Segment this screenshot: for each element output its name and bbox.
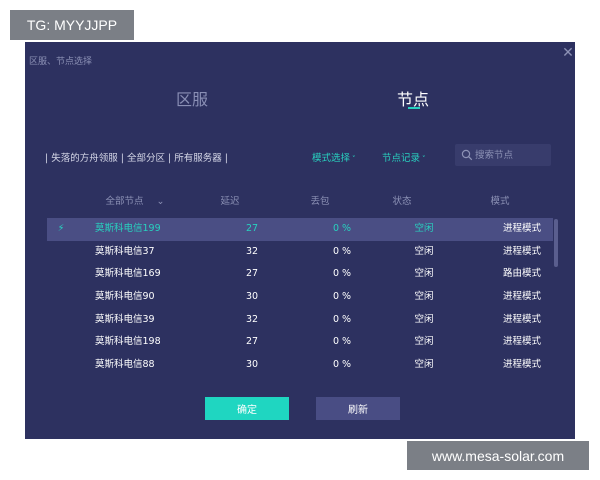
header-status: 状态 [392, 196, 412, 207]
dialog-title: 区服、节点选择 [29, 57, 93, 67]
node-latency: 32 [245, 245, 259, 257]
table-row[interactable]: 莫斯科电信198 27 0 % 空闲 进程模式 [47, 331, 553, 354]
node-status: 空闲 [414, 245, 434, 257]
node-mode: 进程模式 [502, 313, 541, 325]
node-status: 空闲 [414, 223, 434, 234]
node-packet-loss: 0 % [332, 291, 352, 303]
node-record-label: 节点记录 [382, 153, 421, 164]
header-mode: 模式 [490, 196, 510, 207]
node-name: 莫斯科电信90 [95, 291, 155, 303]
node-status: 空闲 [414, 291, 434, 303]
chevron-down-icon: ˅ [352, 155, 356, 163]
node-latency: 27 [245, 223, 259, 234]
node-latency: 27 [245, 336, 259, 348]
node-mode: 进程模式 [502, 291, 541, 303]
node-status: 空闲 [414, 336, 434, 348]
node-status: 空闲 [414, 359, 434, 371]
node-name: 莫斯科电信37 [95, 245, 155, 257]
node-packet-loss: 0 % [332, 268, 352, 280]
header-packet-loss: 丢包 [310, 196, 330, 207]
node-packet-loss: 0 % [332, 313, 352, 325]
chevron-down-icon: ⌄ [156, 196, 165, 207]
table-row[interactable]: 莫斯科电信39 32 0 % 空闲 进程模式 [47, 309, 553, 332]
node-mode: 进程模式 [502, 336, 541, 348]
header-all-nodes[interactable]: 全部节点 ⌄ [95, 193, 175, 207]
search-icon [461, 149, 473, 161]
node-status: 空闲 [414, 268, 434, 280]
table-row[interactable]: 莫斯科电信90 30 0 % 空闲 进程模式 [47, 286, 553, 309]
header-all-nodes-label: 全部节点 [105, 196, 144, 207]
server-filter-breadcrumb[interactable]: | 失落的方舟领服 | 全部分区 | 所有服务器 | [45, 150, 228, 164]
node-status: 空闲 [414, 313, 434, 325]
node-mode: 进程模式 [502, 223, 541, 234]
node-mode: 进程模式 [502, 359, 541, 371]
node-latency: 30 [245, 359, 259, 371]
mode-select-dropdown[interactable]: 模式选择 ˅ [312, 150, 356, 164]
node-name: 莫斯科电信39 [95, 313, 155, 325]
site-watermark: www.mesa-solar.com [407, 441, 589, 470]
search-box[interactable] [455, 144, 551, 166]
active-tab-indicator [408, 107, 420, 109]
node-packet-loss: 0 % [332, 245, 352, 257]
node-name: 莫斯科电信199 [95, 223, 161, 234]
node-name: 莫斯科电信169 [95, 268, 161, 280]
node-mode: 进程模式 [502, 245, 541, 257]
node-latency: 32 [245, 313, 259, 325]
table-row[interactable]: 莫斯科电信88 30 0 % 空闲 进程模式 [47, 354, 553, 377]
table-row[interactable]: 莫斯科电信169 27 0 % 空闲 路由模式 [47, 263, 553, 286]
node-name: 莫斯科电信88 [95, 359, 155, 371]
node-select-dialog: 区服、节点选择 ✕ 区服 节点 | 失落的方舟领服 | 全部分区 | 所有服务器… [25, 42, 575, 439]
node-record-dropdown[interactable]: 节点记录 ˅ [382, 150, 426, 164]
mode-select-label: 模式选择 [312, 153, 351, 164]
close-icon[interactable]: ✕ [561, 46, 575, 60]
table-scrollbar[interactable] [554, 219, 558, 267]
node-packet-loss: 0 % [332, 336, 352, 348]
node-table: ⚡ 莫斯科电信199 27 0 % 空闲 进程模式 莫斯科电信37 32 0 %… [47, 218, 553, 378]
tab-region[interactable]: 区服 [176, 86, 208, 110]
node-mode: 路由模式 [502, 268, 541, 280]
node-packet-loss: 0 % [332, 223, 352, 234]
node-packet-loss: 0 % [332, 359, 352, 371]
chevron-down-icon: ˅ [422, 155, 426, 163]
tg-watermark: TG: MYYJJPP [10, 10, 134, 40]
header-latency: 延迟 [220, 196, 240, 207]
refresh-button[interactable]: 刷新 [316, 397, 400, 420]
lightning-icon: ⚡ [57, 223, 65, 234]
node-latency: 27 [245, 268, 259, 280]
node-name: 莫斯科电信198 [95, 336, 161, 348]
table-row[interactable]: 莫斯科电信37 32 0 % 空闲 进程模式 [47, 241, 553, 264]
search-input[interactable] [475, 148, 547, 162]
confirm-button[interactable]: 确定 [205, 397, 289, 420]
node-latency: 30 [245, 291, 259, 303]
table-row[interactable]: ⚡ 莫斯科电信199 27 0 % 空闲 进程模式 [47, 218, 553, 241]
